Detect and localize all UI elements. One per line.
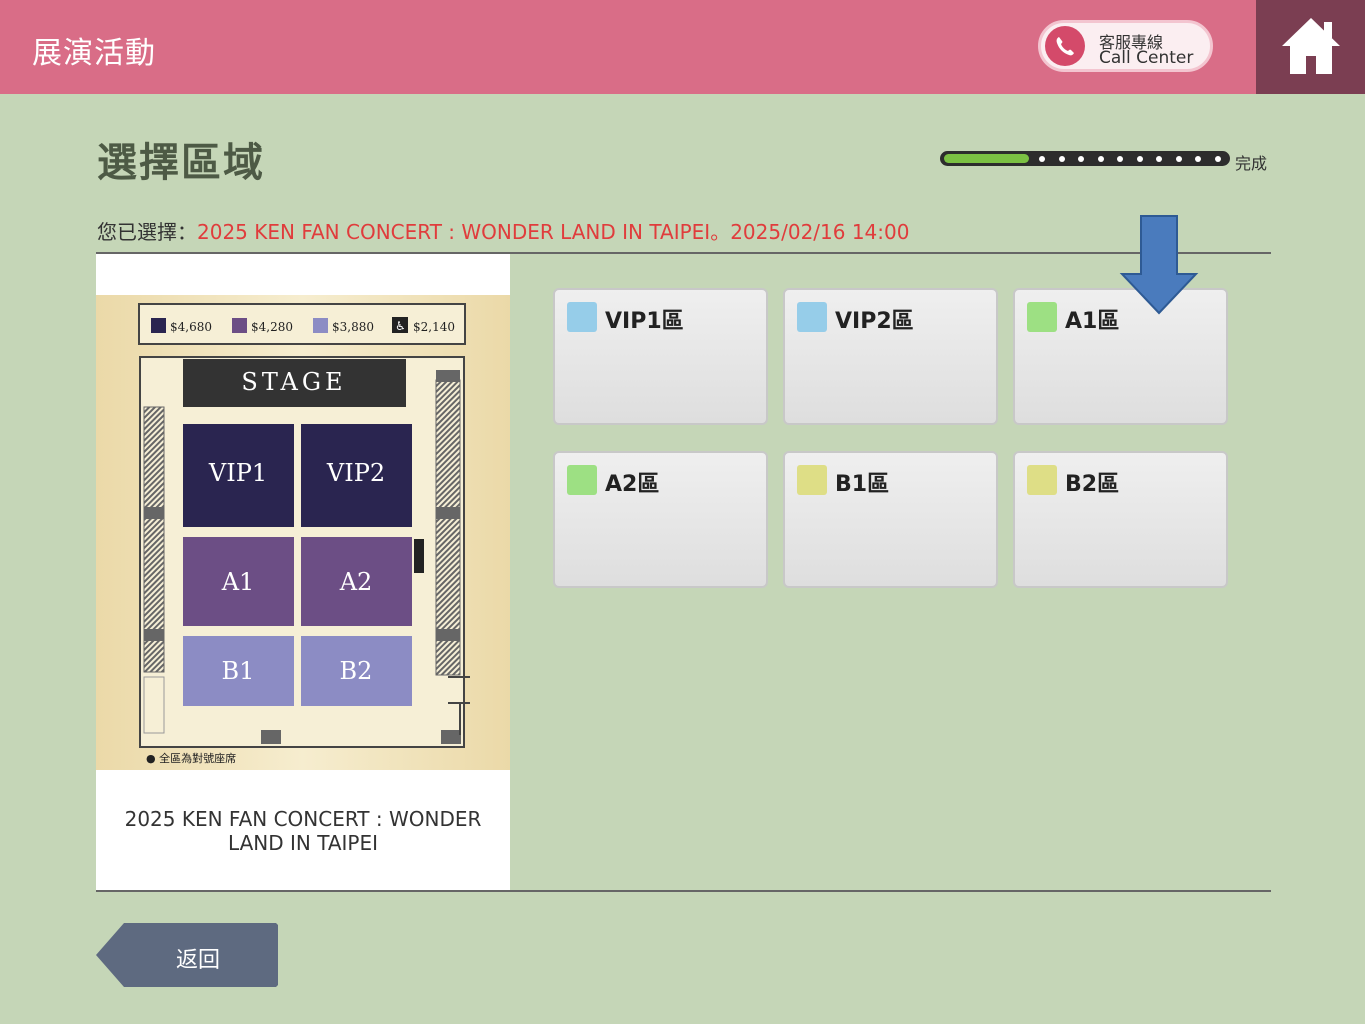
zone-label: A2區 — [605, 472, 660, 497]
divider-bottom — [96, 890, 1271, 892]
progress-step-dot — [1098, 156, 1104, 162]
zone-button-b1[interactable]: B1區 — [783, 451, 998, 588]
zone-label: VIP1區 — [605, 309, 684, 334]
progress-step-dot — [1039, 156, 1045, 162]
selection-summary: 您已選擇：2025 KEN FAN CONCERT : WONDER LAND … — [97, 216, 909, 245]
progress-step-dot — [1215, 156, 1221, 162]
home-icon — [1282, 18, 1340, 74]
block-b1: B1 — [222, 657, 255, 685]
selection-prefix: 您已選擇： — [97, 220, 197, 244]
block-b2: B2 — [340, 657, 373, 685]
zone-label: B1區 — [835, 472, 890, 497]
zone-button-vip2[interactable]: VIP2區 — [783, 288, 998, 425]
legend-price-4: $2,140 — [413, 320, 455, 334]
zone-color-swatch — [567, 465, 597, 495]
progress-step-dot — [1195, 156, 1201, 162]
block-vip1: VIP1 — [208, 459, 267, 487]
progress-step-dot — [1078, 156, 1084, 162]
header-bar: 展演活動 客服專線 Call Center — [0, 0, 1365, 94]
progress-label: 完成 — [1235, 154, 1268, 173]
progress-step-dot — [1117, 156, 1123, 162]
zone-button-a2[interactable]: A2區 — [553, 451, 768, 588]
progress-step-dot — [1176, 156, 1182, 162]
legend-price-2: $4,280 — [251, 320, 293, 334]
block-vip2: VIP2 — [326, 459, 385, 487]
app-title: 展演活動 — [32, 36, 156, 71]
legend-price-3: $3,880 — [332, 320, 374, 334]
block-a1: A1 — [221, 568, 255, 596]
block-a2: A2 — [339, 568, 373, 596]
zone-button-b2[interactable]: B2區 — [1013, 451, 1228, 588]
progress-step-dot — [1059, 156, 1065, 162]
zone-color-swatch — [1027, 465, 1057, 495]
page-title: 選擇區域 — [97, 140, 265, 186]
zone-color-swatch — [797, 302, 827, 332]
phone-icon — [1045, 26, 1085, 66]
zone-color-swatch — [1027, 302, 1057, 332]
poster-caption: 2025 KEN FAN CONCERT : WONDER LAND IN TA… — [124, 807, 482, 855]
seatmap-footnote: ● 全區為對號座席 — [146, 751, 236, 765]
call-center-label-en: Call Center — [1099, 48, 1194, 68]
selected-event: 2025 KEN FAN CONCERT : WONDER LAND IN TA… — [197, 220, 910, 244]
seat-map: $4,680 $4,280 $3,880 ♿ $2,140 STAGE VIP1… — [96, 295, 510, 770]
arrow-down-icon — [1119, 215, 1199, 315]
progress-step-dot — [1156, 156, 1162, 162]
back-button-label: 返回 — [176, 948, 221, 973]
event-poster-card: $4,680 $4,280 $3,880 ♿ $2,140 STAGE VIP1… — [96, 254, 510, 890]
call-center-button[interactable]: 客服專線 Call Center — [1038, 20, 1213, 72]
zone-color-swatch — [797, 465, 827, 495]
progress-step-dot — [1137, 156, 1143, 162]
zone-label: B2區 — [1065, 472, 1120, 497]
home-button[interactable] — [1256, 0, 1365, 94]
legend-price-1: $4,680 — [170, 320, 212, 334]
zone-label: VIP2區 — [835, 309, 914, 334]
back-button[interactable]: 返回 — [96, 923, 278, 987]
zone-color-swatch — [567, 302, 597, 332]
stage-label: STAGE — [241, 368, 346, 396]
wheelchair-icon: ♿ — [395, 319, 406, 333]
progress-bar — [940, 151, 1230, 166]
zone-button-vip1[interactable]: VIP1區 — [553, 288, 768, 425]
progress-fill — [944, 154, 1029, 163]
zone-label: A1區 — [1065, 309, 1120, 334]
